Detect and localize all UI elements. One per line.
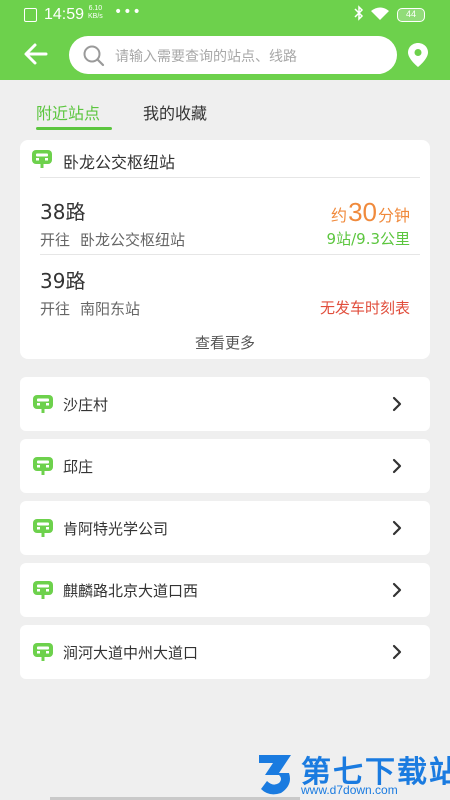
top-bar: 14:59 6.10 KB/s ••• 44 请输入需要查询的站点、线路 xyxy=(0,0,450,80)
station-row-label: 涧河大道中州大道口 xyxy=(63,644,199,662)
watermark: 第七下载站 www.d7down.com xyxy=(255,745,450,800)
network-speed-unit: KB/s xyxy=(88,13,103,20)
bus-stop-icon xyxy=(33,395,53,413)
view-more-button[interactable]: 查看更多 xyxy=(20,332,430,353)
route-destination: 开往 卧龙公交枢纽站 xyxy=(40,229,185,250)
search-placeholder: 请输入需要查询的站点、线路 xyxy=(115,49,297,65)
station-row-label: 肯阿特光学公司 xyxy=(63,520,169,538)
bus-stop-icon xyxy=(32,150,52,168)
active-tab-indicator xyxy=(36,127,112,130)
eta-unit: 分钟 xyxy=(377,206,410,225)
battery-icon: 44 xyxy=(397,8,425,22)
eta-value: 30 xyxy=(348,197,377,227)
route-destination-name: 卧龙公交枢纽站 xyxy=(80,231,186,249)
route-direction-prefix: 开往 xyxy=(40,231,71,249)
d7down-logo-icon xyxy=(259,755,291,795)
station-row[interactable]: 邱庄 xyxy=(20,439,430,493)
location-button[interactable] xyxy=(406,42,430,68)
route-destination: 开往 南阳东站 xyxy=(40,298,140,319)
route-direction-prefix: 开往 xyxy=(40,300,71,318)
chevron-right-icon xyxy=(392,582,402,598)
route-name: 39路 xyxy=(40,269,86,293)
search-input[interactable]: 请输入需要查询的站点、线路 xyxy=(69,36,397,74)
route-destination-name: 南阳东站 xyxy=(80,300,141,318)
network-speed-value: 6.10 xyxy=(88,5,103,12)
wifi-icon xyxy=(370,7,390,25)
nearby-station-card: 卧龙公交枢纽站 38路 开往 卧龙公交枢纽站 约30分钟 9站/9.3公里 39路… xyxy=(20,140,430,359)
route-status: 无发车时刻表 xyxy=(319,299,410,317)
divider xyxy=(40,254,420,255)
search-icon xyxy=(83,45,105,67)
station-row[interactable]: 沙庄村 xyxy=(20,377,430,431)
location-pin-icon xyxy=(408,43,428,67)
divider xyxy=(40,177,420,178)
status-time: 14:59 xyxy=(44,6,85,23)
arrow-left-icon xyxy=(24,43,48,65)
bus-stop-icon xyxy=(33,457,53,475)
bluetooth-icon xyxy=(354,5,364,25)
station-row-label: 麒麟路北京大道口西 xyxy=(63,582,199,600)
route-name: 38路 xyxy=(40,200,86,224)
watermark-url: www.d7down.com xyxy=(301,783,398,797)
chevron-right-icon xyxy=(392,520,402,536)
station-row-label: 邱庄 xyxy=(63,458,94,476)
sim-icon xyxy=(24,8,37,22)
chevron-right-icon xyxy=(392,458,402,474)
station-row[interactable]: 涧河大道中州大道口 xyxy=(20,625,430,679)
status-bar: 14:59 6.10 KB/s ••• 44 xyxy=(0,0,450,30)
station-row[interactable]: 肯阿特光学公司 xyxy=(20,501,430,555)
bus-stop-icon xyxy=(33,643,53,661)
route-distance: 9站/9.3公里 xyxy=(326,230,410,248)
chevron-right-icon xyxy=(392,396,402,412)
tab-nearby-stations[interactable]: 附近站点 xyxy=(36,100,100,124)
more-notifications-icon: ••• xyxy=(114,4,142,20)
route-eta: 约30分钟 xyxy=(331,197,410,228)
station-row-label: 沙庄村 xyxy=(63,396,109,414)
bus-stop-icon xyxy=(33,519,53,537)
back-button[interactable] xyxy=(22,40,50,68)
network-speed: 6.10 KB/s xyxy=(88,5,103,21)
station-name[interactable]: 卧龙公交枢纽站 xyxy=(63,149,175,173)
eta-prefix: 约 xyxy=(331,206,348,225)
chevron-right-icon xyxy=(392,644,402,660)
station-row[interactable]: 麒麟路北京大道口西 xyxy=(20,563,430,617)
bus-stop-icon xyxy=(33,581,53,599)
tab-my-favorites[interactable]: 我的收藏 xyxy=(143,100,207,124)
